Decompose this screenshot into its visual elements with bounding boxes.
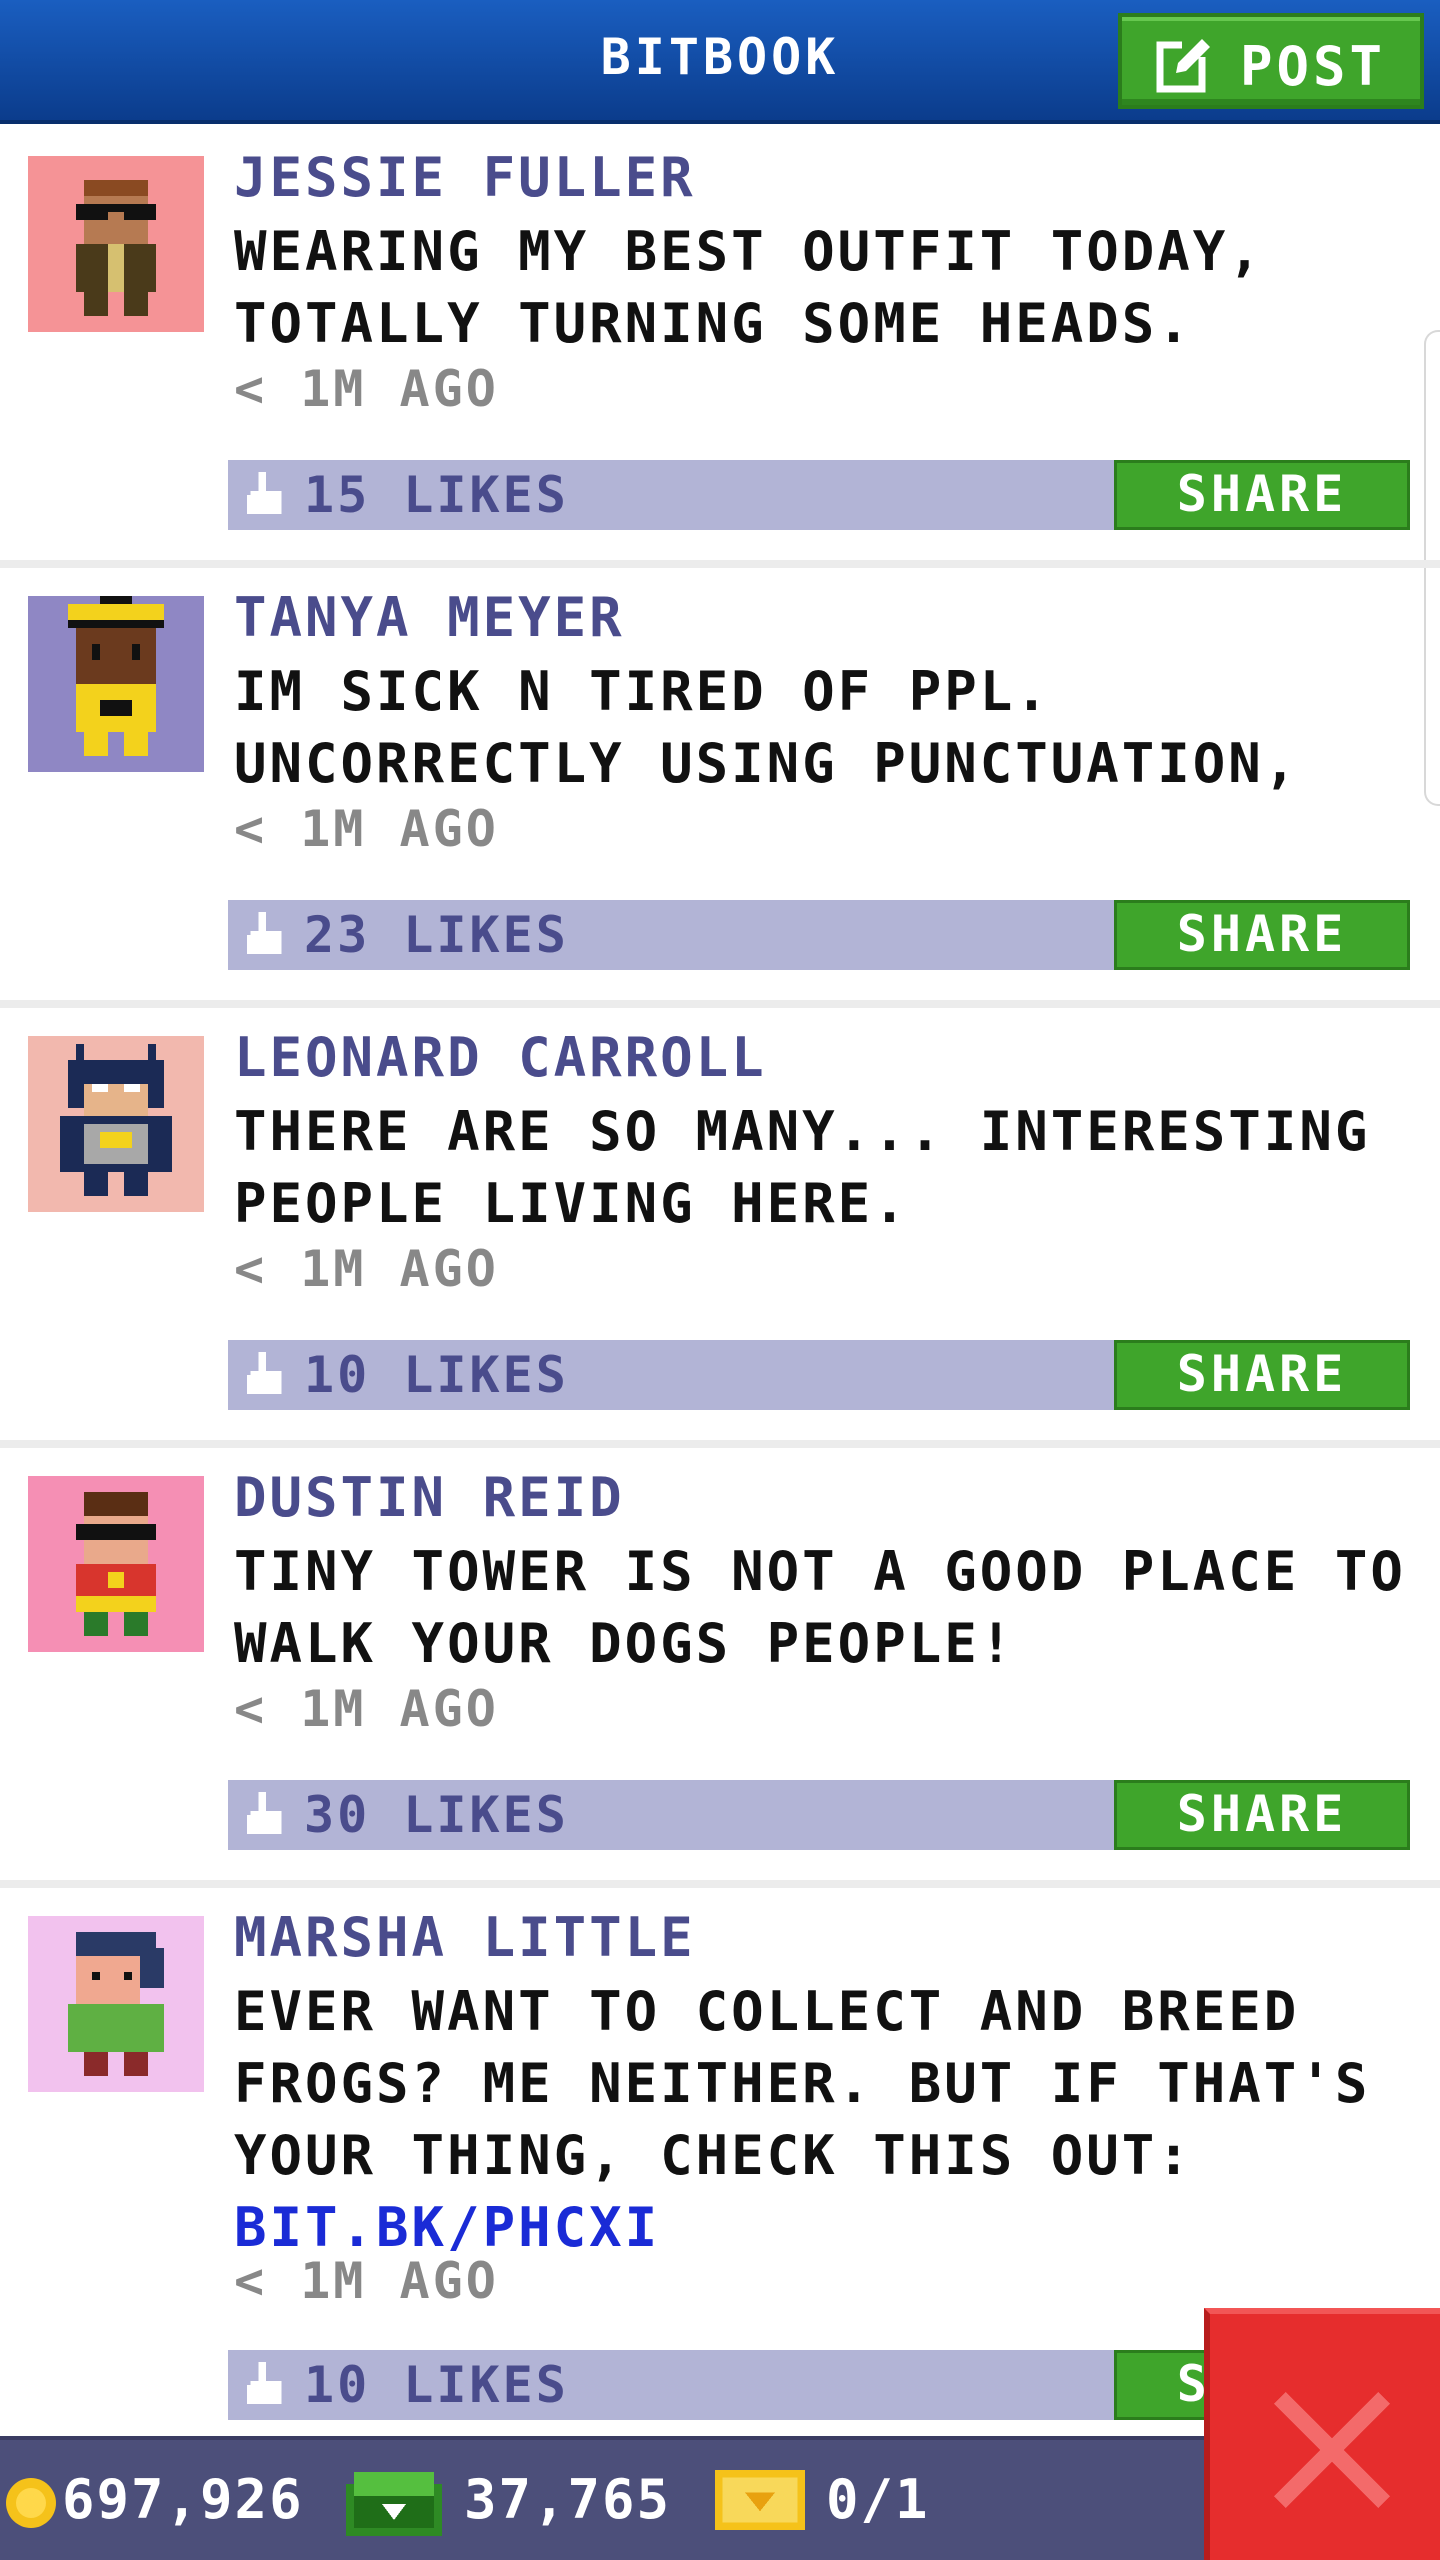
feed-post: TANYA MEYER IM SICK N TIRED OF PPL. UNCO… [0, 568, 1440, 1008]
like-icon [246, 472, 282, 515]
post-message: IM SICK N TIRED OF PPL. UNCORRECTLY USIN… [234, 656, 1424, 800]
like-count: 10 LIKES [304, 2356, 569, 2414]
avatar [28, 156, 204, 332]
post-message-text: IM SICK N TIRED OF PPL. UNCORRECTLY USIN… [234, 660, 1300, 795]
post-message: WEARING MY BEST OUTFIT TODAY, TOTALLY TU… [234, 216, 1424, 360]
post-message: EVER WANT TO COLLECT AND BREED FROGS? ME… [234, 1976, 1424, 2264]
post-message: TINY TOWER IS NOT A GOOD PLACE TO WALK Y… [234, 1536, 1424, 1680]
post-message-text: THERE ARE SO MANY... INTERESTING PEOPLE … [234, 1100, 1371, 1235]
post-author[interactable]: DUSTIN REID [234, 1466, 625, 1529]
like-bar[interactable]: 30 LIKES SHARE [228, 1780, 1410, 1850]
avatar [28, 1916, 204, 2092]
like-icon [246, 2362, 282, 2405]
like-count: 23 LIKES [304, 906, 569, 964]
post-timestamp: < 1M AGO [234, 1240, 499, 1298]
post-message: THERE ARE SO MANY... INTERESTING PEOPLE … [234, 1096, 1424, 1240]
ticket-icon [715, 2470, 805, 2530]
share-button[interactable]: SHARE [1114, 1340, 1410, 1410]
ticket-count: 0/1 [826, 2468, 930, 2531]
bux-icon [346, 2472, 442, 2536]
post-message-text: EVER WANT TO COLLECT AND BREED FROGS? ME… [234, 1980, 1371, 2187]
post-author[interactable]: TANYA MEYER [234, 586, 625, 649]
post-button[interactable]: POST [1118, 13, 1424, 109]
share-button[interactable]: SHARE [1114, 1780, 1410, 1850]
avatar [28, 596, 204, 772]
compose-icon [1156, 37, 1212, 93]
post-author[interactable]: LEONARD CARROLL [234, 1026, 767, 1089]
post-author[interactable]: MARSHA LITTLE [234, 1906, 696, 1969]
post-message-text: WEARING MY BEST OUTFIT TODAY, TOTALLY TU… [234, 220, 1264, 355]
coin-icon [6, 2478, 56, 2528]
coin-count: 697,926 [62, 2468, 304, 2531]
avatar [28, 1036, 204, 1212]
like-icon [246, 912, 282, 955]
feed-list: JESSIE FULLER WEARING MY BEST OUTFIT TOD… [0, 128, 1440, 2560]
bux-count: 37,765 [464, 2468, 672, 2531]
like-bar[interactable]: 10 LIKES SHARE [228, 1340, 1410, 1410]
feed-post: LEONARD CARROLL THERE ARE SO MANY... INT… [0, 1008, 1440, 1448]
post-timestamp: < 1M AGO [234, 800, 499, 858]
post-timestamp: < 1M AGO [234, 1680, 499, 1738]
like-count: 10 LIKES [304, 1346, 569, 1404]
like-bar[interactable]: 23 LIKES SHARE [228, 900, 1410, 970]
like-bar[interactable]: 15 LIKES SHARE [228, 460, 1410, 530]
share-button[interactable]: SHARE [1114, 900, 1410, 970]
header-bar: BITBOOK POST [0, 0, 1440, 124]
avatar [28, 1476, 204, 1652]
post-button-label: POST [1240, 35, 1387, 98]
share-button[interactable]: SHARE [1114, 460, 1410, 530]
like-count: 30 LIKES [304, 1786, 569, 1844]
close-button[interactable] [1204, 2308, 1440, 2560]
post-timestamp: < 1M AGO [234, 2252, 499, 2310]
feed-post: DUSTIN REID TINY TOWER IS NOT A GOOD PLA… [0, 1448, 1440, 1888]
like-count: 15 LIKES [304, 466, 569, 524]
post-timestamp: < 1M AGO [234, 360, 499, 418]
like-icon [246, 1352, 282, 1395]
like-icon [246, 1792, 282, 1835]
close-icon [1274, 2392, 1390, 2508]
post-author[interactable]: JESSIE FULLER [234, 146, 696, 209]
post-message-text: TINY TOWER IS NOT A GOOD PLACE TO WALK Y… [234, 1540, 1406, 1675]
feed-post: JESSIE FULLER WEARING MY BEST OUTFIT TOD… [0, 128, 1440, 568]
